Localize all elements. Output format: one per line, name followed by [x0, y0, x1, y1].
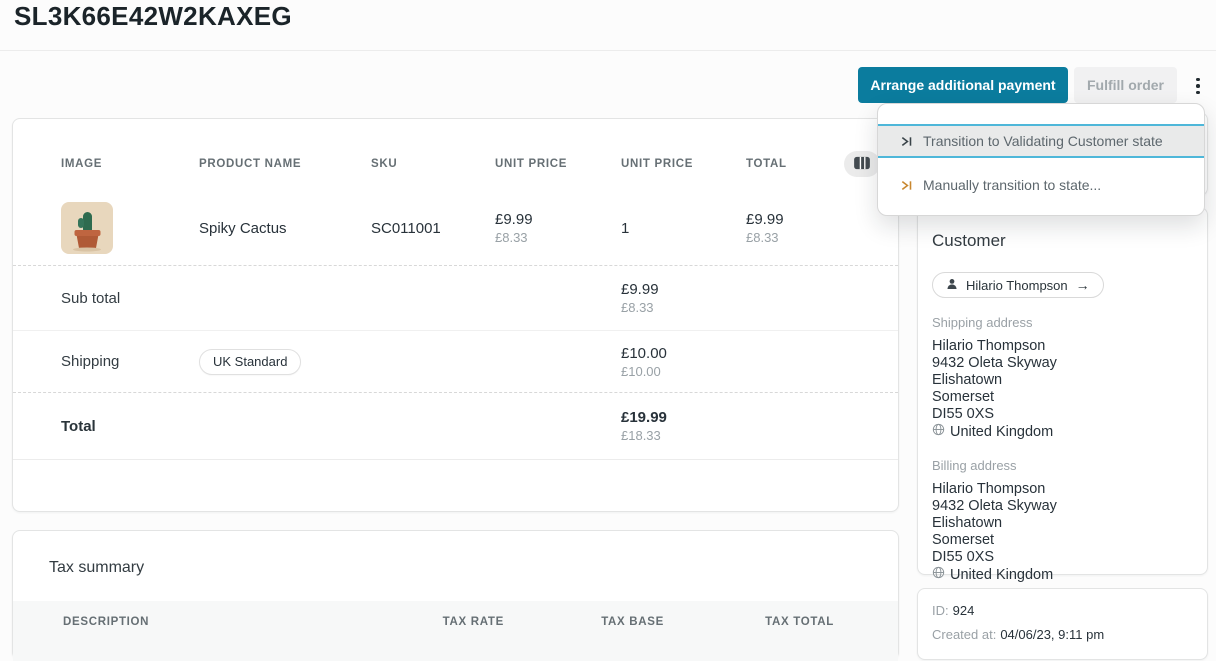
- transition-to-state-icon: [900, 179, 913, 192]
- arrange-additional-payment-button[interactable]: Arrange additional payment: [858, 67, 1068, 103]
- customer-name: Hilario Thompson: [966, 278, 1068, 293]
- tax-summary-card: Tax summary DESCRIPTION TAX RATE TAX BAS…: [12, 530, 899, 660]
- tax-col-total: TAX TOTAL: [664, 616, 834, 628]
- page-title: SL3K66E42W2KAXEG: [14, 1, 292, 32]
- shipping-amount: £10.00: [621, 345, 746, 362]
- globe-icon: [932, 423, 945, 441]
- customer-card: Customer Hilario Thompson → Shipping add…: [917, 207, 1208, 575]
- actions-dropdown-menu: Transition to Validating Customer state …: [877, 103, 1205, 216]
- unit-price-secondary: £8.33: [495, 230, 621, 245]
- total-amount: £19.99: [621, 409, 746, 426]
- tax-col-description: DESCRIPTION: [63, 616, 344, 628]
- address-line: DI55 0XS: [932, 406, 1193, 423]
- col-header-unit-price-2: UNIT PRICE: [621, 158, 746, 170]
- total-label: Total: [61, 418, 371, 435]
- fulfill-order-button[interactable]: Fulfill order: [1074, 67, 1177, 103]
- order-items-card: IMAGE PRODUCT NAME SKU UNIT PRICE UNIT P…: [12, 118, 899, 512]
- more-actions-kebab-icon[interactable]: [1188, 73, 1208, 99]
- toggle-columns-button[interactable]: [844, 151, 880, 177]
- quantity: 1: [621, 220, 746, 237]
- items-table-header: IMAGE PRODUCT NAME SKU UNIT PRICE UNIT P…: [13, 119, 898, 191]
- address-line: Elishatown: [932, 515, 1193, 532]
- address-line: Elishatown: [932, 372, 1193, 389]
- shipping-address-label: Shipping address: [932, 315, 1193, 330]
- shipping-secondary: £10.00: [621, 364, 746, 379]
- address-line: DI55 0XS: [932, 549, 1193, 566]
- created-at-value: 04/06/23, 9:11 pm: [1000, 627, 1104, 642]
- globe-icon: [932, 566, 945, 584]
- transition-to-state-icon: [900, 135, 913, 148]
- customer-link[interactable]: Hilario Thompson →: [932, 272, 1104, 298]
- col-header-sku: SKU: [371, 158, 495, 170]
- product-name: Spiky Cactus: [199, 220, 371, 237]
- tax-col-rate: TAX RATE: [344, 616, 504, 628]
- total-row: Total £19.99 £18.33: [13, 393, 898, 460]
- order-id-value: 924: [953, 603, 975, 618]
- order-meta-card: ID: 924 Created at: 04/06/23, 9:11 pm: [917, 588, 1208, 660]
- shipping-label: Shipping: [61, 353, 199, 370]
- billing-address-label: Billing address: [932, 458, 1193, 473]
- col-header-product-name: PRODUCT NAME: [199, 158, 371, 170]
- tax-table-header: DESCRIPTION TAX RATE TAX BASE TAX TOTAL: [13, 601, 898, 661]
- line-total-secondary: £8.33: [746, 230, 844, 245]
- subtotal-amount: £9.99: [621, 281, 746, 298]
- address-line: Somerset: [932, 532, 1193, 549]
- arrow-right-icon: →: [1076, 277, 1090, 293]
- subtotal-secondary: £8.33: [621, 300, 746, 315]
- menu-item-transition-validating-customer[interactable]: Transition to Validating Customer state: [878, 124, 1204, 158]
- address-line: 9432 Oleta Skyway: [932, 498, 1193, 515]
- col-header-unit-price: UNIT PRICE: [495, 158, 621, 170]
- shipping-row: Shipping UK Standard £10.00 £10.00: [13, 331, 898, 393]
- col-header-image: IMAGE: [61, 158, 199, 170]
- tax-col-base: TAX BASE: [504, 616, 664, 628]
- address-line: Somerset: [932, 389, 1193, 406]
- menu-item-label: Transition to Validating Customer state: [923, 133, 1163, 149]
- subtotal-label: Sub total: [61, 290, 371, 307]
- address-line: Hilario Thompson: [932, 338, 1193, 355]
- product-sku: SC011001: [371, 220, 495, 237]
- person-icon: [946, 278, 958, 293]
- unit-price: £9.99: [495, 211, 621, 228]
- order-id-label: ID:: [932, 603, 949, 618]
- col-header-total: TOTAL: [746, 158, 844, 170]
- product-image: [61, 202, 113, 254]
- shipping-address: Hilario Thompson 9432 Oleta Skyway Elish…: [932, 338, 1193, 441]
- shipping-method-badge: UK Standard: [199, 349, 301, 375]
- created-at-label: Created at:: [932, 627, 996, 642]
- shipping-country: United Kingdom: [950, 424, 1053, 441]
- subtotal-row: Sub total £9.99 £8.33: [13, 266, 898, 331]
- address-line: Hilario Thompson: [932, 481, 1193, 498]
- menu-item-label: Manually transition to state...: [923, 177, 1101, 193]
- billing-address: Hilario Thompson 9432 Oleta Skyway Elish…: [932, 481, 1193, 584]
- tax-summary-title: Tax summary: [49, 559, 144, 577]
- address-line: 9432 Oleta Skyway: [932, 355, 1193, 372]
- header-divider: [0, 50, 1216, 51]
- customer-title: Customer: [932, 231, 1193, 251]
- table-columns-icon: [853, 156, 871, 173]
- billing-country: United Kingdom: [950, 567, 1053, 584]
- table-row: Spiky Cactus SC011001 £9.99 £8.33 1 £9.9…: [13, 191, 898, 266]
- total-secondary: £18.33: [621, 428, 746, 443]
- menu-item-manually-transition[interactable]: Manually transition to state...: [878, 169, 1204, 201]
- line-total: £9.99: [746, 211, 844, 228]
